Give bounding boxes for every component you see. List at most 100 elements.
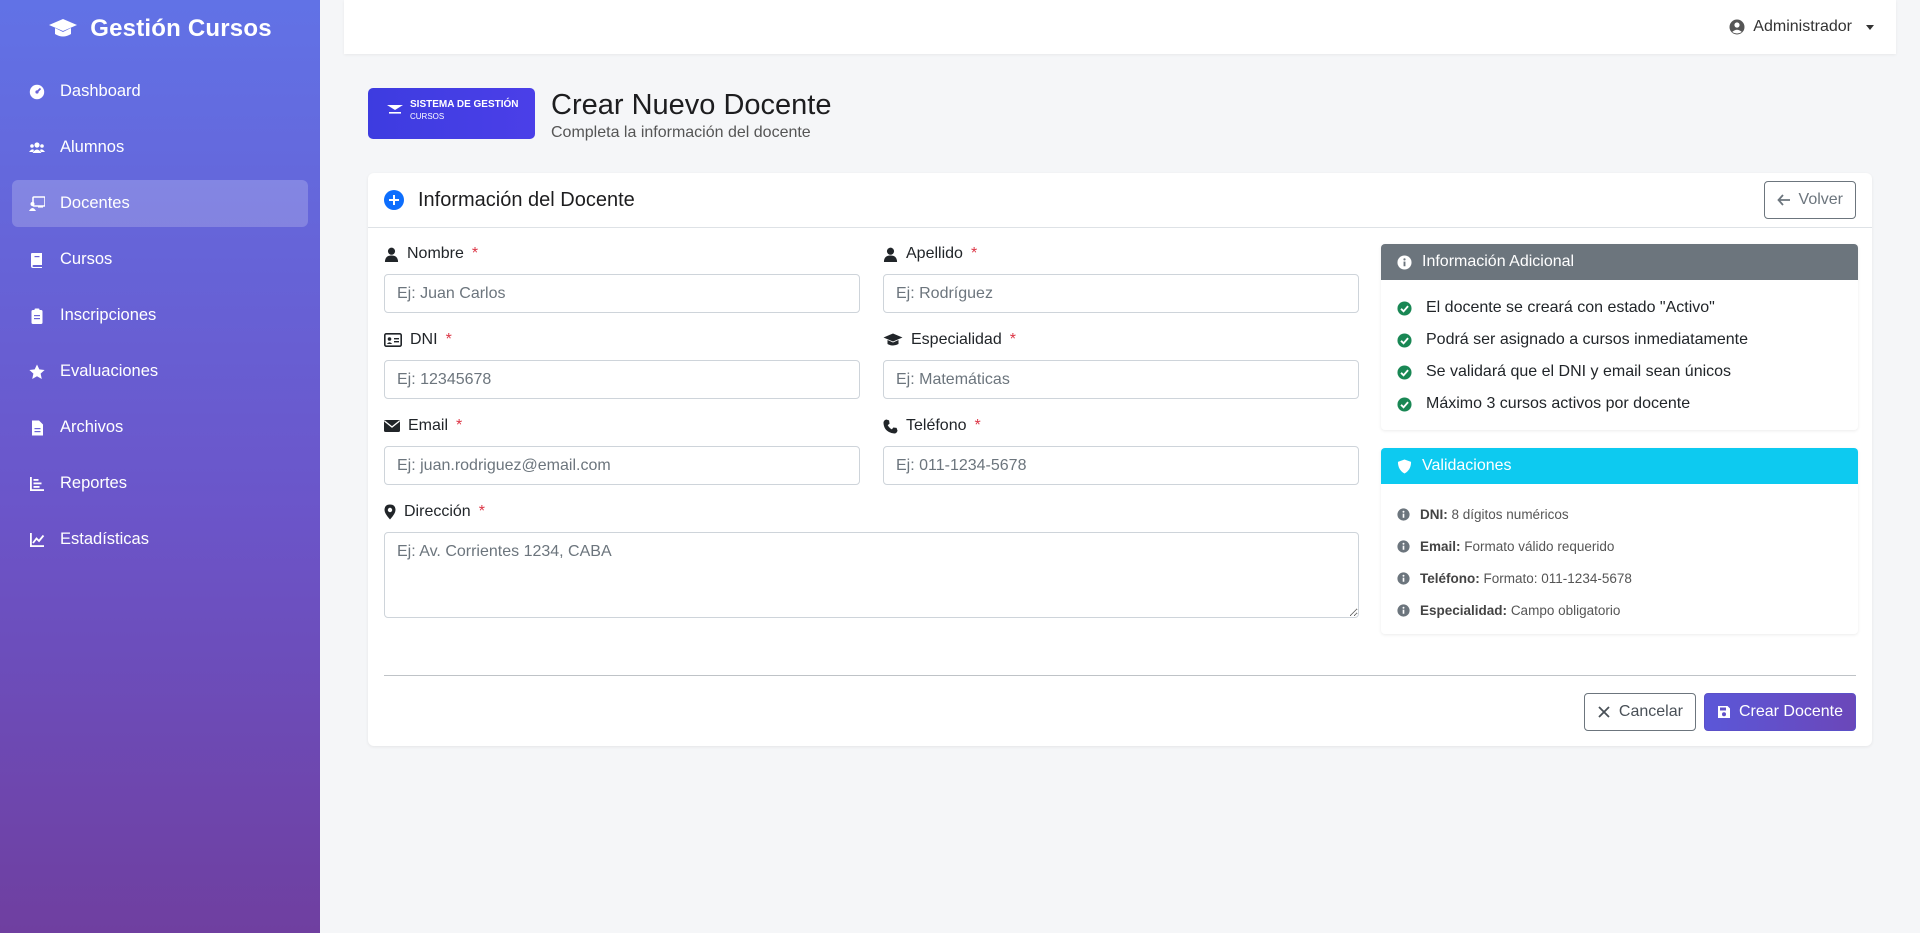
create-docente-button[interactable]: Crear Docente xyxy=(1703,693,1856,731)
cancel-button-label: Cancelar xyxy=(1618,703,1683,720)
sidebar-item-cursos[interactable]: Cursos xyxy=(12,236,308,283)
page-title: Crear Nuevo Docente xyxy=(551,89,832,121)
gauge-icon xyxy=(28,83,46,101)
info-circle-icon xyxy=(1397,507,1410,521)
validation-text: Formato válido requerido xyxy=(1464,538,1615,554)
graduation-cap-icon xyxy=(883,333,903,346)
email-label-text: Email xyxy=(408,417,449,434)
especialidad-label-text: Especialidad xyxy=(911,331,1002,348)
validations-panel-header: Validaciones xyxy=(1381,448,1858,484)
list-item: Se validará que el DNI y email sean únic… xyxy=(1397,356,1842,388)
required-mark: * xyxy=(456,417,463,434)
info-list: El docente se creará con estado "Activo"… xyxy=(1381,280,1858,430)
title-wrap: Crear Nuevo Docente Completa la informac… xyxy=(551,88,831,142)
required-mark: * xyxy=(970,245,978,262)
validations-panel-title: Validaciones xyxy=(1422,457,1512,474)
shield-icon xyxy=(1397,458,1412,474)
list-item: Máximo 3 cursos activos por docente xyxy=(1397,388,1842,420)
cancel-button[interactable]: Cancelar xyxy=(1583,693,1696,731)
back-button-label: Volver xyxy=(1798,191,1843,208)
file-icon xyxy=(28,419,46,437)
info-circle-icon xyxy=(1397,603,1410,617)
card-header: Información del Docente Volver xyxy=(368,173,1872,228)
form-actions: Cancelar Crear Docente xyxy=(1583,693,1856,731)
required-mark: * xyxy=(1009,331,1016,348)
apellido-input[interactable] xyxy=(883,274,1359,313)
sidebar-item-label: Cursos xyxy=(60,250,113,268)
topbar: Administrador xyxy=(344,0,1896,54)
dni-input[interactable] xyxy=(384,360,860,399)
apellido-label-text: Apellido xyxy=(906,245,963,262)
nombre-input[interactable] xyxy=(384,274,860,313)
validation-key: Teléfono: xyxy=(1420,570,1480,586)
sidebar: Gestión Cursos Dashboard Alumnos Docente… xyxy=(0,0,320,933)
nombre-label: Nombre * xyxy=(384,243,860,265)
bar-chart-icon xyxy=(28,475,46,493)
email-label: Email * xyxy=(384,415,860,437)
sidebar-item-label: Estadísticas xyxy=(60,530,149,548)
direccion-textarea[interactable] xyxy=(384,532,1359,618)
list-item: El docente se creará con estado "Activo" xyxy=(1397,292,1842,324)
page-header: SISTEMA DE GESTIÓN CURSOS Crear Nuevo Do… xyxy=(368,88,831,142)
sidebar-item-alumnos[interactable]: Alumnos xyxy=(12,124,308,171)
sidebar-item-label: Archivos xyxy=(60,418,124,436)
required-mark: * xyxy=(471,245,479,262)
especialidad-label: Especialidad * xyxy=(883,329,1359,351)
info-item-text: Se validará que el DNI y email sean únic… xyxy=(1426,363,1732,380)
email-input[interactable] xyxy=(384,446,860,485)
sidebar-item-label: Dashboard xyxy=(60,82,141,100)
user-icon xyxy=(384,247,399,262)
check-circle-icon xyxy=(1397,332,1412,348)
especialidad-input[interactable] xyxy=(883,360,1359,399)
sidebar-item-estadisticas[interactable]: Estadísticas xyxy=(12,516,308,563)
field-direccion: Dirección * xyxy=(384,501,1359,623)
map-marker-icon xyxy=(384,504,396,520)
field-nombre: Nombre * xyxy=(384,243,860,313)
telefono-label: Teléfono * xyxy=(883,415,1359,437)
list-item: DNI: 8 dígitos numéricos xyxy=(1397,498,1842,530)
list-item: Podrá ser asignado a cursos inmediatamen… xyxy=(1397,324,1842,356)
telefono-input[interactable] xyxy=(883,446,1359,485)
sidebar-item-archivos[interactable]: Archivos xyxy=(12,404,308,451)
info-circle-icon xyxy=(1397,254,1412,270)
sidebar-item-label: Inscripciones xyxy=(60,306,157,324)
brand[interactable]: Gestión Cursos xyxy=(0,0,320,58)
info-item-text: El docente se creará con estado "Activo" xyxy=(1426,299,1715,316)
field-apellido: Apellido * xyxy=(883,243,1359,313)
info-panel-title: Información Adicional xyxy=(1422,253,1575,270)
list-item: Especialidad: Campo obligatorio xyxy=(1397,594,1842,626)
sidebar-item-evaluaciones[interactable]: Evaluaciones xyxy=(12,348,308,395)
sidebar-item-reportes[interactable]: Reportes xyxy=(12,460,308,507)
phone-icon xyxy=(883,418,898,434)
required-mark: * xyxy=(445,331,452,348)
check-circle-icon xyxy=(1397,396,1412,412)
star-icon xyxy=(28,363,46,381)
logo-line2: CURSOS xyxy=(410,112,445,121)
info-item-text: Máximo 3 cursos activos por docente xyxy=(1426,395,1691,412)
envelope-icon xyxy=(384,420,400,432)
docente-form-card: Información del Docente Volver Nombre * … xyxy=(368,173,1872,746)
card-title: Información del Docente xyxy=(418,188,635,211)
required-mark: * xyxy=(974,417,981,434)
user-menu[interactable]: Administrador xyxy=(1729,18,1874,36)
users-icon xyxy=(28,139,46,157)
dni-label-text: DNI xyxy=(410,331,438,348)
list-item: Email: Formato válido requerido xyxy=(1397,530,1842,562)
sidebar-item-inscripciones[interactable]: Inscripciones xyxy=(12,292,308,339)
back-button[interactable]: Volver xyxy=(1763,181,1856,219)
brand-title: Gestión Cursos xyxy=(90,15,272,42)
caret-down-icon xyxy=(1866,24,1874,30)
user-name: Administrador xyxy=(1753,18,1852,35)
close-icon xyxy=(1598,706,1610,718)
sidebar-item-dashboard[interactable]: Dashboard xyxy=(12,68,308,115)
validation-text: Formato: 011-1234-5678 xyxy=(1483,570,1632,586)
validation-text: Campo obligatorio xyxy=(1510,602,1621,618)
info-item-text: Podrá ser asignado a cursos inmediatamen… xyxy=(1426,331,1748,348)
field-email: Email * xyxy=(384,415,860,485)
info-panel: Información Adicional El docente se crea… xyxy=(1381,244,1858,430)
check-circle-icon xyxy=(1397,364,1412,380)
sidebar-item-docentes[interactable]: Docentes xyxy=(12,180,308,227)
user-icon xyxy=(883,247,898,262)
sidebar-nav: Dashboard Alumnos Docentes Cursos Inscri… xyxy=(0,58,320,582)
nombre-label-text: Nombre xyxy=(407,245,464,262)
